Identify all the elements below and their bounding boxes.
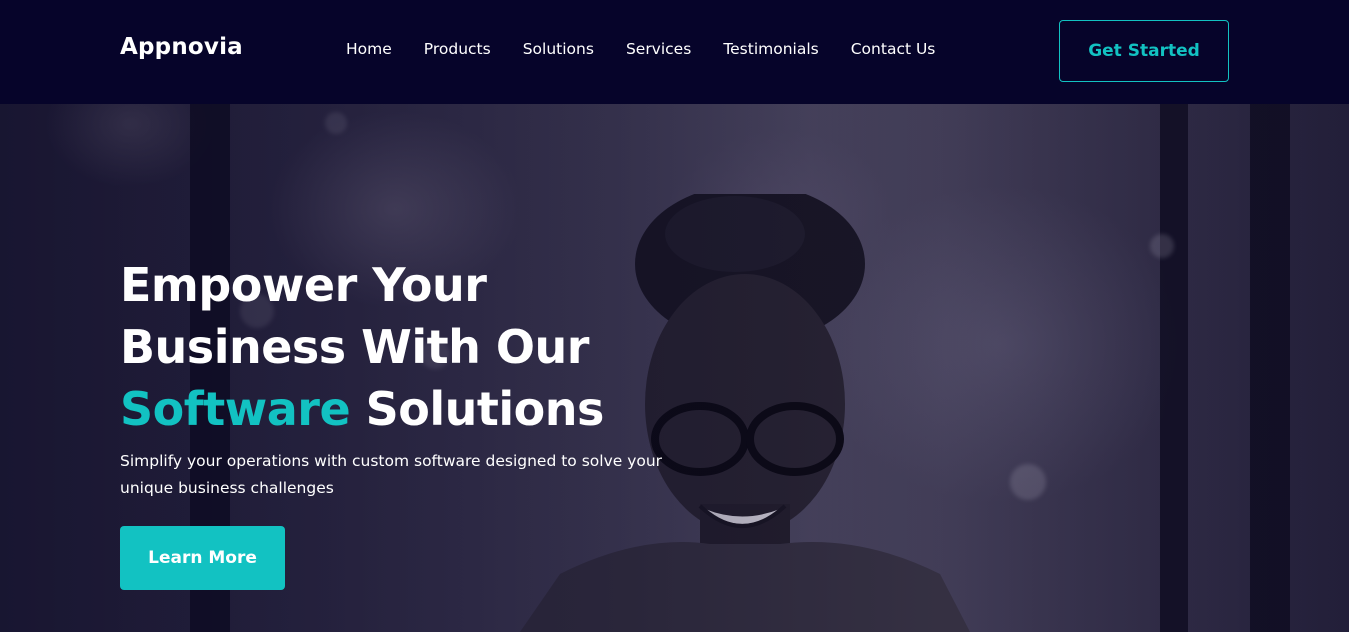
hero-section: Empower Your Business With Our Software … (0, 104, 1349, 632)
nav-link-services[interactable]: Services (626, 40, 691, 58)
hero-title-line-1: Empower Your (120, 258, 487, 312)
get-started-button[interactable]: Get Started (1059, 20, 1229, 82)
nav-link-products[interactable]: Products (424, 40, 491, 58)
hero-subtitle: Simplify your operations with custom sof… (120, 452, 663, 497)
brand-logo[interactable]: Appnovia (120, 34, 243, 60)
hero-title-line-2: Business With Our (120, 320, 589, 374)
nav-link-home[interactable]: Home (346, 40, 392, 58)
hero-content: Empower Your Business With Our Software … (120, 254, 720, 502)
nav-link-contact-us[interactable]: Contact Us (851, 40, 936, 58)
hero-title: Empower Your Business With Our Software … (120, 254, 720, 440)
hero-title-end: Solutions (365, 382, 605, 436)
hero-title-accent: Software (120, 382, 351, 436)
nav-link-solutions[interactable]: Solutions (523, 40, 594, 58)
learn-more-button[interactable]: Learn More (120, 526, 285, 590)
site-header: Appnovia Home Products Solutions Service… (0, 0, 1349, 104)
nav-link-testimonials[interactable]: Testimonials (723, 40, 818, 58)
main-nav: Home Products Solutions Services Testimo… (346, 40, 967, 58)
